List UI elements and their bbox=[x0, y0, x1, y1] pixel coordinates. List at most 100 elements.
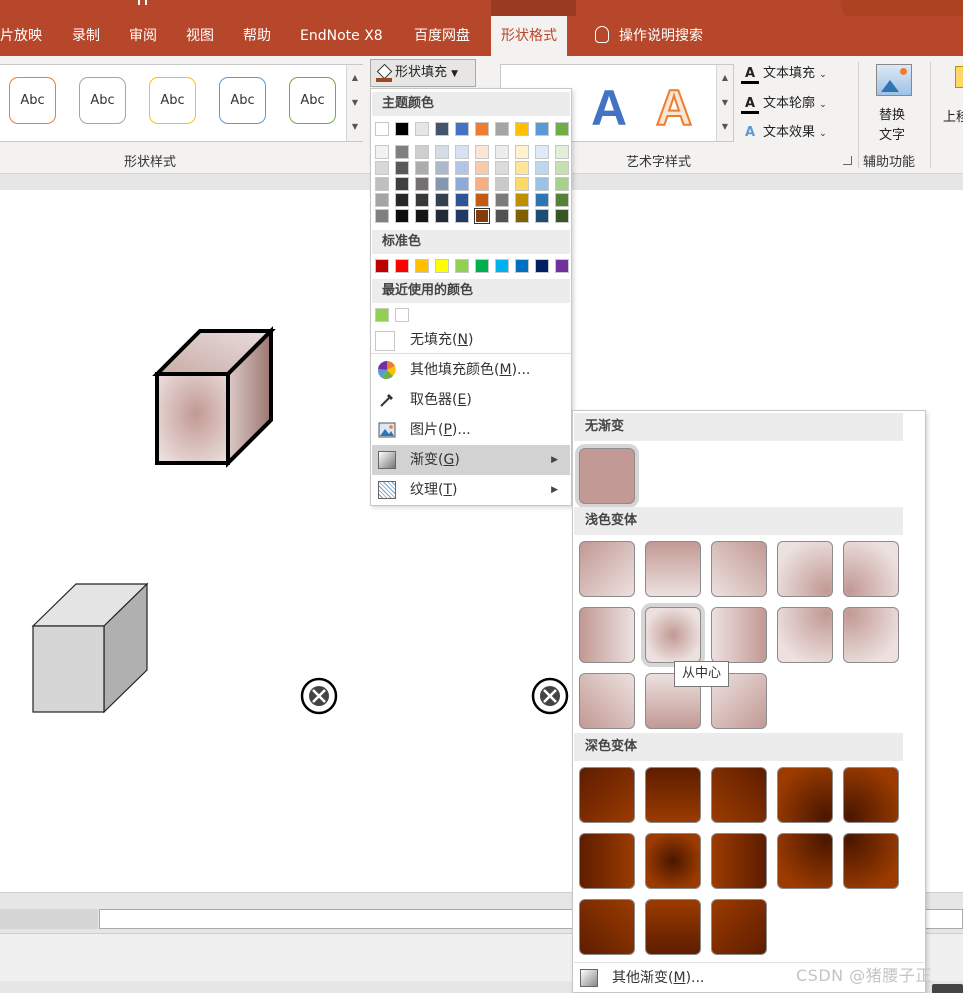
gallery-more-icon[interactable]: ▼ bbox=[347, 115, 363, 139]
wordart-scrollbar[interactable]: ▲ ▼ ▼ bbox=[716, 65, 733, 141]
gallery-scrollbar[interactable]: ▲ ▼ ▼ bbox=[346, 65, 363, 141]
theme-color-swatch[interactable] bbox=[435, 209, 449, 223]
theme-color-swatch[interactable] bbox=[395, 193, 409, 207]
texture-item[interactable]: 纹理(T) ▶ bbox=[372, 475, 570, 505]
chevron-down-icon[interactable]: ▼ bbox=[717, 90, 733, 115]
light-gradient-swatch[interactable] bbox=[645, 607, 701, 663]
theme-color-swatch[interactable] bbox=[474, 208, 490, 224]
theme-color-swatch[interactable] bbox=[435, 177, 449, 191]
theme-color-swatch[interactable] bbox=[415, 209, 429, 223]
theme-color-swatch[interactable] bbox=[455, 145, 469, 159]
dark-gradient-swatch[interactable] bbox=[711, 767, 767, 823]
theme-color-swatch[interactable] bbox=[475, 193, 489, 207]
standard-color-swatch[interactable] bbox=[375, 259, 389, 273]
alt-text-button[interactable]: 替换 文字 bbox=[863, 62, 925, 143]
light-gradient-swatch[interactable] bbox=[711, 607, 767, 663]
shape-style-gray[interactable]: Abc bbox=[79, 77, 126, 124]
dark-gradient-swatch[interactable] bbox=[579, 899, 635, 955]
theme-color-swatch[interactable] bbox=[395, 177, 409, 191]
theme-color-swatch[interactable] bbox=[535, 145, 549, 159]
standard-color-swatch[interactable] bbox=[495, 259, 509, 273]
gradient-item[interactable]: 渐变(G) ▶ bbox=[372, 445, 570, 475]
theme-color-swatch[interactable] bbox=[475, 145, 489, 159]
theme-color-swatch[interactable] bbox=[415, 145, 429, 159]
theme-color-swatch[interactable] bbox=[435, 161, 449, 175]
recent-color-swatch[interactable] bbox=[395, 308, 409, 322]
dark-gradient-swatch[interactable] bbox=[777, 767, 833, 823]
theme-color-swatch[interactable] bbox=[415, 177, 429, 191]
shape-style-blue[interactable]: Abc bbox=[219, 77, 266, 124]
shape-style-orange[interactable]: Abc bbox=[9, 77, 56, 124]
theme-color-swatch[interactable] bbox=[395, 209, 409, 223]
chevron-up-icon[interactable]: ▲ bbox=[717, 65, 733, 90]
theme-color-swatch[interactable] bbox=[495, 193, 509, 207]
theme-color-swatch[interactable] bbox=[395, 122, 409, 136]
theme-color-swatch[interactable] bbox=[475, 177, 489, 191]
shape-style-gold[interactable]: Abc bbox=[149, 77, 196, 124]
theme-color-swatch[interactable] bbox=[495, 177, 509, 191]
tab-slideshow[interactable]: 片放映 bbox=[0, 16, 42, 56]
wordart-blue-A[interactable]: A bbox=[591, 79, 627, 137]
theme-color-swatch[interactable] bbox=[455, 193, 469, 207]
tab-tell-me[interactable]: 操作说明搜索 bbox=[595, 16, 703, 56]
text-fill-button[interactable]: A 文本填充 ⌄ bbox=[741, 62, 827, 84]
theme-color-swatch[interactable] bbox=[375, 161, 389, 175]
theme-color-swatch[interactable] bbox=[535, 177, 549, 191]
more-fill-colors-item[interactable]: 其他填充颜色(M)... bbox=[372, 355, 570, 385]
theme-color-swatch[interactable] bbox=[535, 122, 549, 136]
text-outline-button[interactable]: A 文本轮廓 ⌄ bbox=[741, 92, 827, 114]
theme-color-swatch[interactable] bbox=[415, 161, 429, 175]
tab-shape-format[interactable]: 形状格式 bbox=[491, 16, 567, 56]
tab-view[interactable]: 视图 bbox=[186, 16, 214, 56]
text-effects-button[interactable]: A 文本效果 ⌄ bbox=[741, 121, 827, 140]
recent-color-swatch[interactable] bbox=[375, 308, 389, 322]
theme-color-swatch[interactable] bbox=[435, 193, 449, 207]
standard-color-swatch[interactable] bbox=[455, 259, 469, 273]
standard-color-swatch[interactable] bbox=[535, 259, 549, 273]
theme-color-swatch[interactable] bbox=[375, 193, 389, 207]
dark-gradient-swatch[interactable] bbox=[711, 899, 767, 955]
theme-color-swatch[interactable] bbox=[395, 161, 409, 175]
theme-color-swatch[interactable] bbox=[515, 122, 529, 136]
dark-gradient-swatch[interactable] bbox=[843, 767, 899, 823]
light-gradient-swatch[interactable] bbox=[579, 673, 635, 729]
cube-shape-gradient[interactable] bbox=[152, 326, 276, 468]
shape-fill-button[interactable]: 形状填充 ▼ bbox=[370, 59, 476, 87]
chevron-down-icon[interactable]: ▼ bbox=[347, 90, 363, 115]
theme-color-swatch[interactable] bbox=[435, 145, 449, 159]
theme-color-swatch[interactable] bbox=[555, 161, 569, 175]
theme-color-swatch[interactable] bbox=[415, 122, 429, 136]
theme-color-swatch[interactable] bbox=[555, 193, 569, 207]
close-circle-icon[interactable] bbox=[300, 677, 338, 715]
dark-gradient-swatch[interactable] bbox=[645, 899, 701, 955]
theme-color-swatch[interactable] bbox=[495, 145, 509, 159]
dark-gradient-swatch[interactable] bbox=[843, 833, 899, 889]
theme-color-swatch[interactable] bbox=[395, 145, 409, 159]
wordart-orange-A[interactable]: A bbox=[655, 79, 693, 137]
bring-forward-label[interactable]: 上移 bbox=[943, 106, 963, 125]
theme-color-swatch[interactable] bbox=[435, 122, 449, 136]
dark-gradient-swatch[interactable] bbox=[645, 833, 701, 889]
tab-record[interactable]: 录制 bbox=[72, 16, 100, 56]
theme-color-swatch[interactable] bbox=[515, 193, 529, 207]
dark-gradient-swatch[interactable] bbox=[711, 833, 767, 889]
light-gradient-swatch[interactable] bbox=[645, 541, 701, 597]
tab-help[interactable]: 帮助 bbox=[243, 16, 271, 56]
light-gradient-swatch[interactable] bbox=[777, 607, 833, 663]
light-gradient-swatch[interactable] bbox=[711, 541, 767, 597]
theme-color-swatch[interactable] bbox=[555, 122, 569, 136]
horizontal-scrollbar[interactable] bbox=[0, 909, 98, 929]
theme-color-swatch[interactable] bbox=[455, 122, 469, 136]
theme-color-swatch[interactable] bbox=[475, 122, 489, 136]
theme-color-swatch[interactable] bbox=[375, 209, 389, 223]
theme-color-swatch[interactable] bbox=[515, 161, 529, 175]
dark-gradient-swatch[interactable] bbox=[645, 767, 701, 823]
corner-button[interactable] bbox=[932, 984, 963, 993]
theme-color-swatch[interactable] bbox=[415, 193, 429, 207]
dark-gradient-swatch[interactable] bbox=[777, 833, 833, 889]
theme-color-swatch[interactable] bbox=[455, 161, 469, 175]
dark-gradient-swatch[interactable] bbox=[579, 833, 635, 889]
no-gradient-swatch[interactable] bbox=[579, 448, 635, 504]
standard-color-swatch[interactable] bbox=[415, 259, 429, 273]
theme-color-swatch[interactable] bbox=[515, 177, 529, 191]
